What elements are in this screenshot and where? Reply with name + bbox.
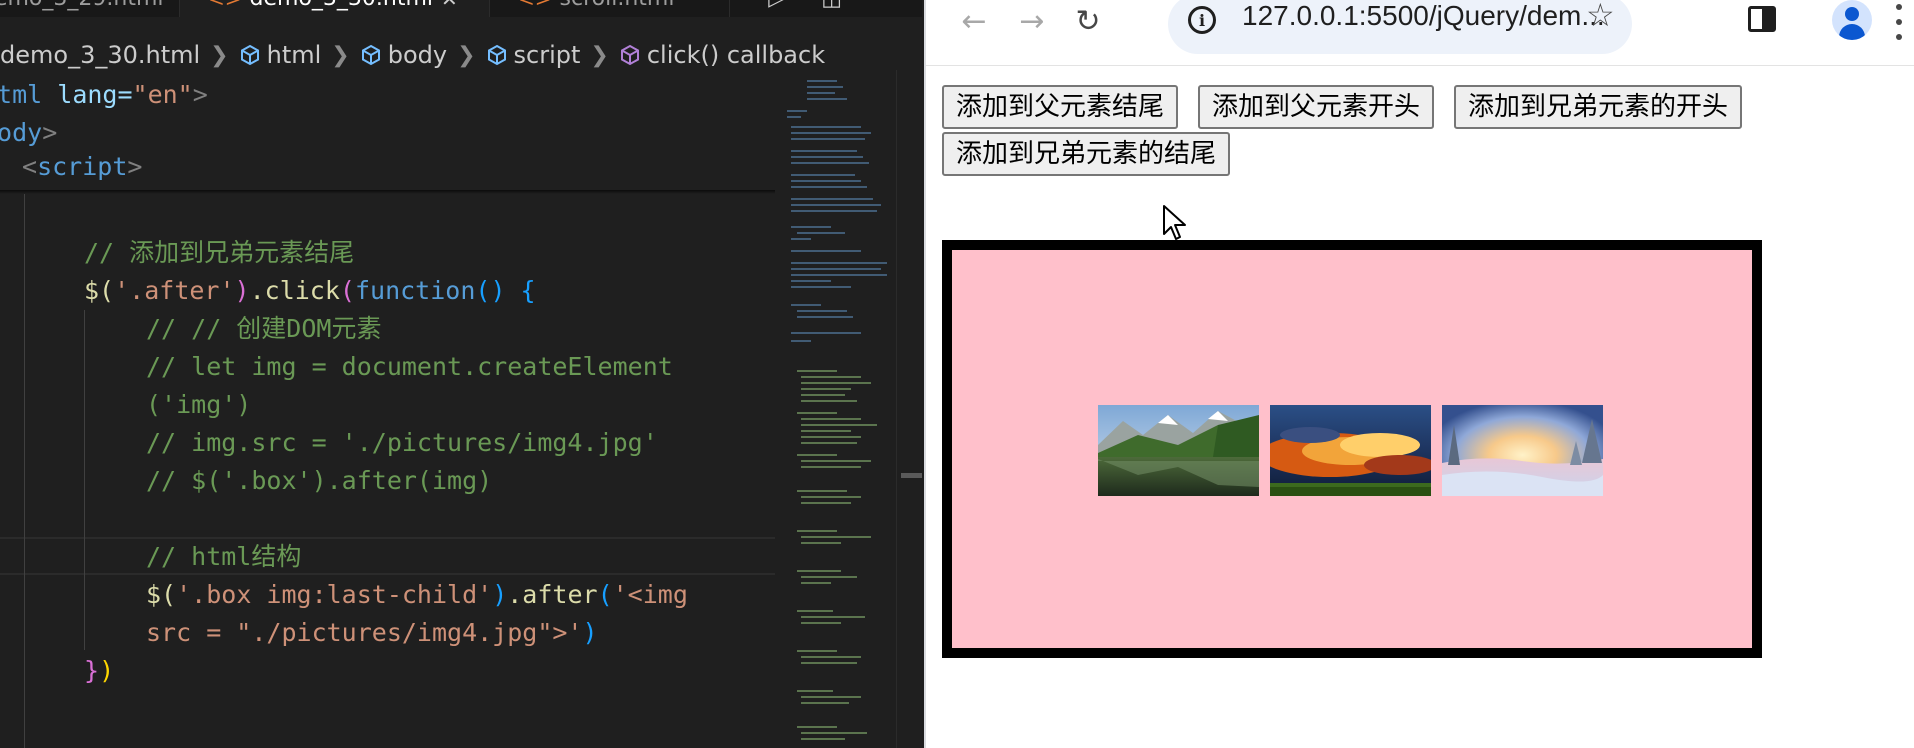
add-after-sibling-button[interactable]: 添加到兄弟元素的结尾 xyxy=(942,132,1231,176)
code-line: // 添加到兄弟元素结尾 xyxy=(84,238,355,267)
breadcrumb-label: script xyxy=(513,41,581,69)
code-line: // let img = document.createElement xyxy=(146,352,673,381)
close-icon[interactable]: ✕ xyxy=(441,0,458,11)
editor-tab-bar: demo_3_29.html <> demo_3_30.html ✕ <> sc… xyxy=(0,0,922,17)
cube-icon xyxy=(361,44,380,66)
profile-avatar-icon[interactable] xyxy=(1832,0,1872,40)
breadcrumb-file[interactable]: demo_3_30.html xyxy=(0,41,200,69)
scroll-thumb[interactable] xyxy=(901,473,922,478)
tab-demo-3-29[interactable]: demo_3_29.html xyxy=(0,0,180,17)
code-line: $('.after').click(function() { xyxy=(84,276,536,305)
html-file-icon: <> xyxy=(518,0,552,11)
menu-dot xyxy=(1896,4,1902,10)
browser-toolbar: ← → ↻ i 127.0.0.1:5500/jQuery/dem... ☆ xyxy=(926,0,1914,66)
back-button[interactable]: ← xyxy=(952,0,996,42)
indent-guide xyxy=(84,310,85,650)
arrow-left-icon: ← xyxy=(961,3,987,39)
breadcrumb-html[interactable]: html xyxy=(239,41,322,69)
sunset-clouds-image xyxy=(1270,405,1431,496)
add-before-sibling-button[interactable]: 添加到兄弟元素的开头 xyxy=(1454,85,1743,129)
breadcrumb: demo_3_30.html ❯ html ❯ body ❯ script ❯ … xyxy=(0,36,825,74)
menu-dot xyxy=(1896,19,1902,25)
html-file-icon: <> xyxy=(208,0,242,11)
breadcrumb-body[interactable]: body xyxy=(360,41,447,69)
snowy-sunset-image xyxy=(1442,405,1603,496)
method-icon xyxy=(620,44,639,66)
code-line: // $('.box').after(img) xyxy=(146,466,493,495)
code-line: html lang="en"> xyxy=(0,80,208,109)
tab-scroll[interactable]: <> scroll.html xyxy=(490,0,730,17)
mountain-lake-image xyxy=(1098,405,1259,496)
tab-label: demo_3_30.html xyxy=(250,0,434,11)
chevron-right-icon: ❯ xyxy=(331,42,350,68)
current-line-highlight xyxy=(0,537,775,575)
breadcrumb-label: body xyxy=(387,41,448,69)
append-to-parent-end-button[interactable]: 添加到父元素结尾 xyxy=(942,85,1179,129)
more-menu-icon[interactable] xyxy=(1896,4,1904,40)
code-line: // img.src = './pictures/img4.jpg' xyxy=(146,428,658,457)
breadcrumb-label: html xyxy=(266,41,322,69)
code-line: ('img') xyxy=(146,390,252,419)
breadcrumb-script[interactable]: script xyxy=(486,41,581,69)
code-line: src = "./pictures/img4.jpg">') xyxy=(146,618,598,647)
tab-label: scroll.html xyxy=(560,0,675,11)
editor-scrollbar[interactable] xyxy=(896,70,922,748)
side-panel-icon[interactable] xyxy=(1748,6,1776,32)
image-box xyxy=(942,240,1762,658)
code-line: <script> xyxy=(22,152,143,181)
minimap[interactable] xyxy=(787,70,895,748)
forward-button[interactable]: → xyxy=(1010,0,1054,42)
sticky-scroll-shadow xyxy=(0,190,775,194)
code-editor[interactable]: demo_3_29.html <> demo_3_30.html ✕ <> sc… xyxy=(0,0,922,748)
code-line: $('.box img:last-child').after('<img xyxy=(146,580,688,609)
run-icon[interactable]: ▷ xyxy=(768,0,785,11)
mouse-cursor-icon xyxy=(1163,205,1186,240)
menu-dot xyxy=(1896,34,1902,40)
arrow-right-icon: → xyxy=(1019,3,1045,39)
chevron-right-icon: ❯ xyxy=(457,42,476,68)
reload-icon: ↻ xyxy=(1075,3,1101,39)
breadcrumb-callback[interactable]: click() callback xyxy=(619,41,825,69)
star-icon[interactable]: ☆ xyxy=(1586,0,1615,34)
chevron-right-icon: ❯ xyxy=(210,42,229,68)
append-to-parent-start-button[interactable]: 添加到父元素开头 xyxy=(1198,85,1435,129)
code-line: body> xyxy=(0,118,58,147)
page-content: 添加到父元素结尾 添加到父元素开头 添加到兄弟元素的开头 添加到兄弟元素的结尾 xyxy=(926,67,1914,748)
info-icon[interactable]: i xyxy=(1188,6,1216,34)
avatar-shoulders xyxy=(1839,24,1865,40)
indent-guide xyxy=(24,194,25,748)
code-line: // html结构 xyxy=(146,542,302,571)
url-text[interactable]: 127.0.0.1:5500/jQuery/dem... xyxy=(1242,0,1605,32)
cube-icon xyxy=(487,44,506,66)
breadcrumb-label: click() callback xyxy=(646,41,826,69)
editor-actions: ▷ ◫ xyxy=(768,0,842,11)
tab-label: demo_3_29.html xyxy=(0,0,164,11)
chevron-right-icon: ❯ xyxy=(590,42,609,68)
split-editor-icon[interactable]: ◫ xyxy=(821,0,842,11)
code-line: // // 创建DOM元素 xyxy=(146,314,382,343)
address-bar[interactable]: i 127.0.0.1:5500/jQuery/dem... ☆ xyxy=(1168,0,1632,54)
code-line: }) xyxy=(84,656,115,685)
tab-demo-3-30[interactable]: <> demo_3_30.html ✕ xyxy=(180,0,490,17)
browser-window: ← → ↻ i 127.0.0.1:5500/jQuery/dem... ☆ 添… xyxy=(924,0,1914,748)
reload-button[interactable]: ↻ xyxy=(1066,0,1110,42)
avatar-head xyxy=(1845,7,1859,21)
cube-icon xyxy=(240,44,259,66)
breadcrumb-label: demo_3_30.html xyxy=(0,41,201,69)
